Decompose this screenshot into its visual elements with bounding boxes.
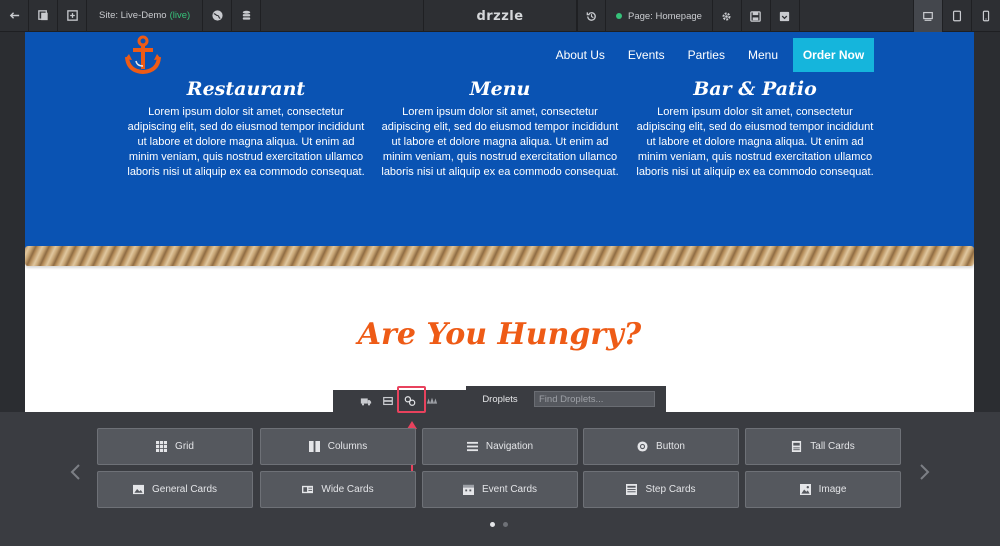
- card-layout-icon[interactable]: [377, 390, 399, 412]
- column-title: Bar & Patio: [693, 78, 817, 100]
- rope-divider: [25, 246, 974, 266]
- column-body: Lorem ipsum dolor sit amet, consectetur …: [636, 106, 874, 178]
- droplets-tab-label[interactable]: Droplets: [466, 394, 534, 405]
- droplet-wide-cards[interactable]: Wide Cards: [260, 471, 416, 508]
- page-dot[interactable]: [503, 522, 508, 527]
- site-navigation: About Us Events Parties Menu Order Now: [556, 38, 974, 72]
- site-preview-canvas[interactable]: About Us Events Parties Menu Order Now R…: [25, 32, 974, 412]
- image-card-icon: [132, 484, 144, 495]
- site-status-live: (live): [169, 10, 191, 21]
- publish-icon[interactable]: [771, 0, 800, 32]
- nav-link-parties[interactable]: Parties: [688, 48, 725, 62]
- nav-link-about-us[interactable]: About Us: [556, 48, 605, 62]
- circle-button-icon: [637, 441, 648, 452]
- droplet-label: Wide Cards: [321, 484, 374, 495]
- droplet-label: General Cards: [151, 484, 218, 495]
- droplet-label: Navigation: [485, 441, 534, 452]
- hungry-heading: Are You Hungry?: [357, 317, 642, 352]
- next-chevron-icon[interactable]: [914, 462, 934, 482]
- column-menu: Menu Lorem ipsum dolor sit amet, consect…: [380, 76, 620, 180]
- gear-icon[interactable]: [713, 0, 742, 32]
- device-switcher: [913, 0, 1000, 32]
- grid-icon: [156, 441, 168, 452]
- history-icon[interactable]: [577, 0, 606, 32]
- droplet-label: Columns: [327, 441, 368, 452]
- anchor-logo-icon[interactable]: [124, 35, 162, 75]
- drzzle-logo: drzzle: [423, 0, 577, 32]
- hero-section[interactable]: About Us Events Parties Menu Order Now R…: [25, 32, 974, 260]
- column-title: Menu: [469, 78, 531, 100]
- image-icon: [799, 484, 811, 495]
- page-dot-active[interactable]: [490, 522, 495, 527]
- site-label[interactable]: Site: Live-Demo (live): [87, 0, 204, 32]
- droplet-columns[interactable]: Columns: [260, 428, 416, 465]
- column-title: Restaurant: [186, 78, 306, 100]
- top-toolbar: Site: Live-Demo (live) drzzle Page: Home…: [0, 0, 1000, 32]
- droplet-label: Step Cards: [645, 484, 696, 495]
- prev-chevron-icon[interactable]: [66, 462, 86, 482]
- droplet-button[interactable]: Button: [583, 428, 739, 465]
- nav-link-menu[interactable]: Menu: [748, 48, 778, 62]
- page-selector[interactable]: Page: Homepage: [606, 0, 713, 32]
- droplet-label: Tall Cards: [810, 441, 855, 452]
- droplets-tab: Droplets: [466, 386, 666, 412]
- mobile-view-icon[interactable]: [971, 0, 1000, 32]
- back-arrow-icon[interactable]: [0, 0, 29, 32]
- droplet-label: Event Cards: [481, 484, 538, 495]
- droplet-grid[interactable]: Grid: [97, 428, 253, 465]
- wide-card-icon: [302, 485, 314, 494]
- copy-site-icon[interactable]: [29, 0, 58, 32]
- order-now-button[interactable]: Order Now: [793, 38, 874, 72]
- add-page-icon[interactable]: [58, 0, 87, 32]
- column-body: Lorem ipsum dolor sit amet, consectetur …: [127, 106, 365, 178]
- droplet-navigation[interactable]: Navigation: [422, 428, 578, 465]
- page-controls: Page: Homepage: [577, 0, 800, 32]
- droplet-label: Button: [656, 441, 685, 452]
- droplet-step-cards[interactable]: Step Cards: [583, 471, 739, 508]
- droplet-label: Grid: [175, 441, 194, 452]
- column-body: Lorem ipsum dolor sit amet, consectetur …: [381, 106, 619, 178]
- column-restaurant: Restaurant Lorem ipsum dolor sit amet, c…: [126, 76, 366, 180]
- step-card-icon: [626, 484, 638, 495]
- save-icon[interactable]: [742, 0, 771, 32]
- tablet-view-icon[interactable]: [942, 0, 971, 32]
- highlight-annotation-box: [397, 386, 426, 413]
- site-name: Site: Live-Demo: [99, 10, 167, 21]
- tall-card-icon: [792, 441, 802, 452]
- droplet-image[interactable]: Image: [745, 471, 901, 508]
- find-droplets-input[interactable]: [534, 391, 655, 407]
- database-icon[interactable]: [232, 0, 262, 32]
- desktop-view-icon[interactable]: [913, 0, 942, 32]
- droplet-label: Image: [818, 484, 847, 495]
- droplet-event-cards[interactable]: Event Cards: [422, 471, 578, 508]
- menu-bars-icon: [466, 441, 478, 452]
- globe-icon[interactable]: [203, 0, 233, 32]
- column-bar-patio: Bar & Patio Lorem ipsum dolor sit amet, …: [635, 76, 875, 180]
- page-name: Page: Homepage: [628, 10, 702, 22]
- droplet-tall-cards[interactable]: Tall Cards: [745, 428, 901, 465]
- page-status-dot: [616, 13, 622, 19]
- nav-link-events[interactable]: Events: [628, 48, 665, 62]
- truck-icon[interactable]: [355, 390, 377, 412]
- calendar-icon: [462, 484, 474, 495]
- droplet-general-cards[interactable]: General Cards: [97, 471, 253, 508]
- columns-icon: [308, 441, 320, 452]
